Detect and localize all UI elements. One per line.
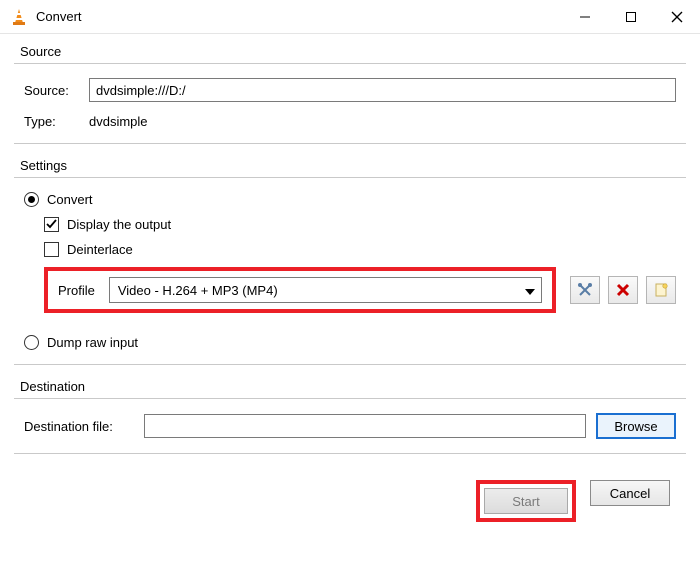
radio-icon xyxy=(24,192,39,207)
titlebar: Convert xyxy=(0,0,700,34)
profile-label: Profile xyxy=(58,283,95,298)
start-button[interactable]: Start xyxy=(484,488,568,514)
browse-button[interactable]: Browse xyxy=(596,413,676,439)
destination-file-label: Destination file: xyxy=(24,419,134,434)
deinterlace-checkbox[interactable]: Deinterlace xyxy=(44,242,676,257)
wrench-icon xyxy=(577,282,593,298)
profile-combobox-value: Video - H.264 + MP3 (MP4) xyxy=(118,283,278,298)
start-highlight: Start xyxy=(476,480,576,522)
deinterlace-label: Deinterlace xyxy=(67,242,133,257)
checkbox-icon xyxy=(44,217,59,232)
source-group: Source Source: Type: dvdsimple xyxy=(14,44,686,144)
chevron-down-icon xyxy=(525,283,535,298)
delete-x-icon xyxy=(616,283,630,297)
delete-profile-button[interactable] xyxy=(608,276,638,304)
checkbox-icon xyxy=(44,242,59,257)
window-title: Convert xyxy=(36,9,82,24)
settings-legend: Settings xyxy=(14,158,686,177)
type-value: dvdsimple xyxy=(89,114,148,129)
profile-highlight: Profile Video - H.264 + MP3 (MP4) xyxy=(44,267,556,313)
dump-raw-radio[interactable]: Dump raw input xyxy=(24,335,676,350)
maximize-button[interactable] xyxy=(608,0,654,34)
source-input[interactable] xyxy=(89,78,676,102)
new-file-icon xyxy=(653,282,669,298)
edit-profile-button[interactable] xyxy=(570,276,600,304)
destination-legend: Destination xyxy=(14,379,686,398)
cancel-button[interactable]: Cancel xyxy=(590,480,670,506)
dump-raw-label: Dump raw input xyxy=(47,335,138,350)
settings-group: Settings Convert Display the output Dei xyxy=(14,158,686,365)
close-button[interactable] xyxy=(654,0,700,34)
profile-combobox[interactable]: Video - H.264 + MP3 (MP4) xyxy=(109,277,542,303)
vlc-cone-icon xyxy=(10,8,28,26)
convert-radio[interactable]: Convert xyxy=(24,192,676,207)
destination-group: Destination Destination file: Browse xyxy=(14,379,686,454)
new-profile-button[interactable] xyxy=(646,276,676,304)
radio-icon xyxy=(24,335,39,350)
type-label: Type: xyxy=(24,114,79,129)
dialog-footer: Start Cancel xyxy=(14,468,686,522)
source-legend: Source xyxy=(14,44,686,63)
convert-radio-label: Convert xyxy=(47,192,93,207)
source-label: Source: xyxy=(24,83,79,98)
destination-file-input[interactable] xyxy=(144,414,586,438)
display-output-label: Display the output xyxy=(67,217,171,232)
minimize-button[interactable] xyxy=(562,0,608,34)
display-output-checkbox[interactable]: Display the output xyxy=(44,217,676,232)
